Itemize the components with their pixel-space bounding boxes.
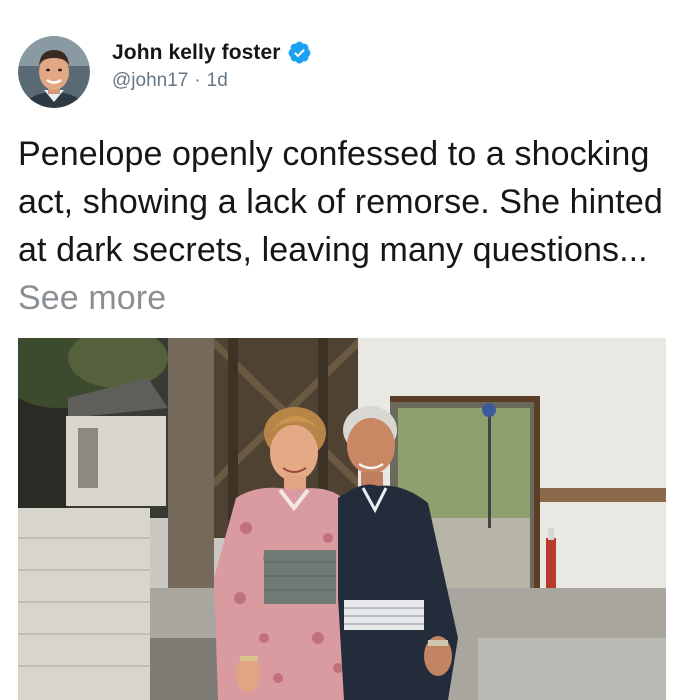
post-photo[interactable] — [18, 338, 666, 700]
post-timestamp[interactable]: 1d — [207, 70, 228, 92]
post-header: John kelly foster @john17 · 1d — [18, 36, 312, 108]
see-more-link[interactable]: See more — [18, 279, 166, 317]
display-name[interactable]: John kelly foster — [112, 41, 281, 65]
post-card: John kelly foster @john17 · 1d Penelope … — [0, 0, 700, 700]
photo-image — [18, 338, 666, 700]
post-text: Penelope openly confessed to a shocking … — [18, 130, 688, 322]
avatar-image — [18, 36, 90, 108]
verified-badge-icon — [287, 40, 312, 65]
user-info: John kelly foster @john17 · 1d — [112, 40, 312, 92]
avatar[interactable] — [18, 36, 90, 108]
meta-separator: · — [194, 70, 201, 91]
post-body: Penelope openly confessed to a shocking … — [18, 135, 663, 269]
name-row: John kelly foster — [112, 40, 312, 65]
post-meta: @john17 · 1d — [112, 70, 312, 92]
user-handle[interactable]: @john17 — [112, 70, 188, 92]
